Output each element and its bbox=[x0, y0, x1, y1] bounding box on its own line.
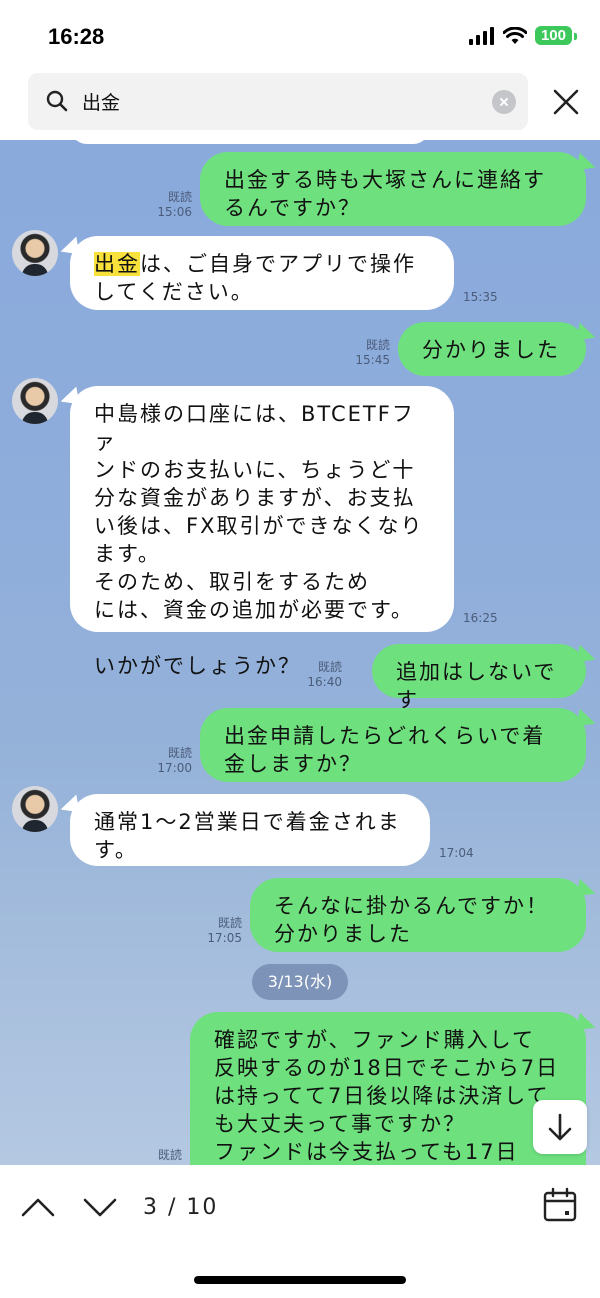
message-time: 17:05 bbox=[207, 931, 242, 945]
avatar[interactable] bbox=[12, 786, 58, 832]
home-indicator bbox=[194, 1276, 406, 1284]
battery-indicator: 100 bbox=[534, 26, 578, 45]
message-time: 17:00 bbox=[157, 761, 192, 775]
message-time: 15:06 bbox=[157, 205, 192, 219]
scroll-to-bottom-button[interactable] bbox=[533, 1100, 587, 1154]
message-bubble-received[interactable]: 通常1〜2営業日で着金されま す。 bbox=[70, 794, 430, 866]
message-meta: 既読 15:06 bbox=[140, 190, 192, 220]
message-time: 16:25 bbox=[463, 611, 498, 625]
status-time: 16:28 bbox=[48, 24, 105, 49]
message-text: は、ご自身でアプリで操作 してください。 bbox=[94, 252, 416, 304]
message-meta: 既読 16:40 bbox=[290, 660, 342, 690]
status-bar: 16:28 100 bbox=[0, 0, 600, 70]
partial-message-bubble bbox=[70, 140, 430, 144]
search-box[interactable] bbox=[28, 73, 528, 130]
message-bubble-sent[interactable]: そんなに掛かるんですか！ 分かりました bbox=[250, 878, 586, 952]
message-time: 15:45 bbox=[355, 353, 390, 367]
next-result-button[interactable] bbox=[82, 1189, 118, 1225]
message-bubble-sent[interactable]: 確認ですが、ファンド購入して 反映するのが18日でそこから7日 は持ってて7日後… bbox=[190, 1012, 586, 1165]
read-receipt: 既読 bbox=[365, 338, 390, 352]
message-bubble-sent[interactable]: 追加はしないです bbox=[372, 644, 586, 712]
result-counter: 3 / 10 bbox=[143, 1195, 219, 1220]
wifi-icon bbox=[502, 26, 527, 44]
message-bubble-sent[interactable]: 分かりました bbox=[398, 322, 586, 376]
avatar[interactable] bbox=[12, 230, 58, 276]
message-time: 16:40 bbox=[307, 675, 342, 689]
message-bubble-received[interactable]: 出金は、ご自身でアプリで操作 してください。 bbox=[70, 236, 454, 310]
message-meta: 既読 17:00 bbox=[140, 746, 192, 776]
chevron-up-icon bbox=[21, 1198, 55, 1217]
search-icon bbox=[46, 90, 68, 112]
search-input[interactable] bbox=[82, 73, 482, 130]
chat-area[interactable]: 出金する時も大塚さんに連絡す るんですか？ 既読 15:06 出金は、ご自身でア… bbox=[0, 140, 600, 1165]
read-receipt: 既読 bbox=[167, 190, 192, 204]
read-receipt: 既読 bbox=[167, 746, 192, 760]
message-bubble-received[interactable]: 中島様の口座には、BTCETFファ ンドのお支払いに、ちょうど十 分な資金があり… bbox=[70, 386, 454, 678]
close-icon[interactable] bbox=[548, 84, 584, 120]
message-meta: 既読 17:05 bbox=[190, 916, 242, 946]
chevron-down-icon bbox=[83, 1198, 117, 1217]
clear-search-icon[interactable] bbox=[492, 90, 516, 114]
message-time: 17:04 bbox=[439, 846, 474, 860]
search-header bbox=[0, 70, 600, 140]
calendar-icon[interactable] bbox=[542, 1187, 578, 1223]
search-highlight: 出金 bbox=[94, 252, 140, 276]
status-icons: 100 bbox=[468, 26, 578, 45]
message-meta: 既読 15:45 bbox=[338, 338, 390, 368]
avatar[interactable] bbox=[12, 378, 58, 424]
message-time: 15:35 bbox=[463, 290, 498, 304]
read-receipt: 既読 bbox=[317, 660, 342, 674]
previous-result-button[interactable] bbox=[20, 1189, 56, 1225]
message-meta: 既読 bbox=[130, 1148, 182, 1163]
signal-icon bbox=[468, 26, 494, 45]
message-bubble-sent[interactable]: 出金申請したらどれくらいで着 金しますか？ bbox=[200, 708, 586, 782]
read-receipt: 既読 bbox=[217, 916, 242, 930]
date-separator: 3/13(水) bbox=[252, 964, 348, 1000]
message-bubble-sent[interactable]: 出金する時も大塚さんに連絡す るんですか？ bbox=[200, 152, 586, 226]
arrow-down-icon bbox=[548, 1113, 572, 1141]
read-receipt: 既読 bbox=[157, 1148, 182, 1162]
